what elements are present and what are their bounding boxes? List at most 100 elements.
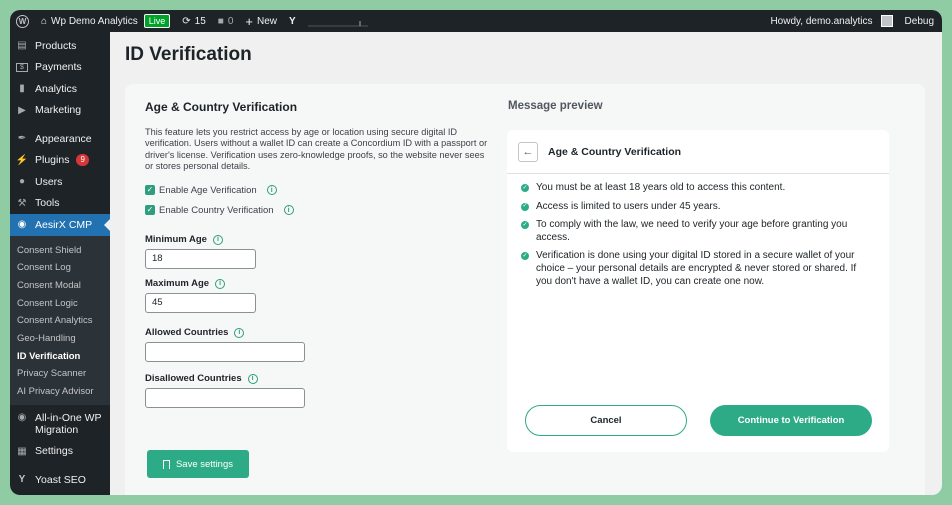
save-settings-button[interactable]: Save settings bbox=[147, 450, 249, 478]
disallowed-countries-input[interactable] bbox=[145, 388, 305, 409]
products-icon: ▤ bbox=[17, 40, 27, 52]
check-circle-icon: ✓ bbox=[521, 221, 529, 230]
enable-age-label[interactable]: Enable Age Verification bbox=[159, 185, 257, 196]
minimum-age-label-row: Minimum Age i bbox=[145, 234, 495, 245]
enable-country-checkbox[interactable]: ✓ bbox=[145, 205, 155, 216]
back-button[interactable]: ← bbox=[518, 141, 538, 162]
updates-icon: ⟳ bbox=[182, 15, 191, 27]
list-item-text: Access is limited to users under 45 year… bbox=[536, 200, 721, 212]
info-icon[interactable]: i bbox=[212, 234, 223, 245]
new-label: New bbox=[256, 15, 277, 27]
sidebar-item-label: Analytics bbox=[35, 82, 78, 95]
disallowed-countries-label: Disallowed Countries bbox=[145, 373, 242, 385]
submenu-consent-shield[interactable]: Consent Shield bbox=[10, 242, 110, 260]
sparkline-icon bbox=[307, 21, 368, 27]
sidebar-item-tools[interactable]: ⚒ Tools bbox=[10, 193, 110, 215]
users-icon: ● bbox=[18, 176, 26, 188]
list-item-text: Verification is done using your digital … bbox=[536, 250, 857, 287]
tools-icon: ⚒ bbox=[17, 197, 27, 209]
submenu-geo-handling[interactable]: Geo-Handling bbox=[10, 330, 110, 348]
browser-frame: W ⌂ Wp Demo Analytics Live ⟳ 15 ■ 0 + Ne… bbox=[10, 10, 942, 495]
submenu-consent-log[interactable]: Consent Log bbox=[10, 259, 110, 277]
comments-count: 0 bbox=[227, 15, 234, 27]
settings-icon: ▦ bbox=[17, 445, 27, 457]
updates-link[interactable]: ⟳ 15 bbox=[176, 10, 212, 32]
sidebar-item-all-in-one-migration[interactable]: ◉ All-in-One WP Migration bbox=[10, 408, 110, 440]
payments-icon: $ bbox=[16, 62, 28, 72]
list-item-text: To comply with the law, we need to verif… bbox=[536, 219, 848, 243]
submenu-ai-privacy-advisor[interactable]: AI Privacy Advisor bbox=[10, 383, 110, 401]
preview-card-header: ← Age & Country Verification bbox=[507, 130, 889, 174]
site-name-link[interactable]: ⌂ Wp Demo Analytics bbox=[35, 10, 144, 32]
preview-card: ← Age & Country Verification ✓ You must … bbox=[507, 130, 889, 452]
submenu-privacy-scanner[interactable]: Privacy Scanner bbox=[10, 365, 110, 383]
live-badge: Live bbox=[143, 14, 171, 28]
wordpress-logo-button[interactable]: W bbox=[10, 10, 35, 32]
minimum-age-input[interactable]: 18 bbox=[145, 249, 256, 270]
sidebar-item-appearance[interactable]: ✒ Appearance bbox=[10, 128, 110, 150]
check-circle-icon: ✓ bbox=[521, 184, 529, 192]
yoast-icon: Y bbox=[18, 474, 26, 486]
info-icon[interactable]: i bbox=[266, 185, 277, 196]
info-icon[interactable]: i bbox=[247, 373, 258, 384]
cancel-button[interactable]: Cancel bbox=[525, 405, 687, 436]
list-item: ✓ You must be at least 18 years old to a… bbox=[521, 182, 875, 195]
submenu-consent-logic[interactable]: Consent Logic bbox=[10, 295, 110, 313]
enable-country-verification-row: ✓ Enable Country Verification i bbox=[145, 200, 495, 220]
continue-to-verification-button[interactable]: Continue to Verification bbox=[710, 405, 872, 436]
live-badge-item[interactable]: Live bbox=[143, 10, 177, 32]
new-content-link[interactable]: + New bbox=[239, 10, 283, 32]
maximum-age-label-row: Maximum Age i bbox=[145, 278, 495, 289]
info-icon[interactable]: i bbox=[283, 205, 294, 216]
stats-sparkline[interactable] bbox=[302, 10, 374, 32]
comment-icon: ■ bbox=[217, 15, 224, 27]
debug-link[interactable]: Debug bbox=[899, 10, 942, 32]
sidebar-item-products[interactable]: ▤ Products bbox=[10, 35, 110, 57]
aesirx-icon: ◉ bbox=[17, 219, 27, 231]
submenu-consent-analytics[interactable]: Consent Analytics bbox=[10, 312, 110, 330]
marketing-icon: ▶ bbox=[18, 104, 26, 116]
admin-bar: W ⌂ Wp Demo Analytics Live ⟳ 15 ■ 0 + Ne… bbox=[10, 10, 942, 32]
site-name: Wp Demo Analytics bbox=[51, 15, 138, 27]
list-item: ✓ Verification is done using your digita… bbox=[521, 250, 875, 288]
enable-age-checkbox[interactable]: ✓ bbox=[145, 185, 155, 196]
yoast-adminbar-link[interactable]: Y bbox=[283, 10, 302, 32]
yoast-icon: Y bbox=[289, 15, 296, 27]
bookmark-icon bbox=[162, 459, 170, 469]
settings-heading: Age & Country Verification bbox=[145, 100, 298, 114]
enable-country-label[interactable]: Enable Country Verification bbox=[159, 205, 274, 216]
sidebar-item-marketing[interactable]: ▶ Marketing bbox=[10, 100, 110, 122]
comments-link[interactable]: ■ 0 bbox=[212, 10, 240, 32]
sidebar-item-label: Appearance bbox=[35, 132, 92, 145]
arrow-left-icon: ← bbox=[522, 145, 534, 158]
sidebar-item-label: Products bbox=[35, 39, 77, 52]
sidebar-item-aesirx-cmp[interactable]: ◉ AesirX CMP bbox=[10, 214, 110, 236]
sidebar-item-label: Payments bbox=[35, 61, 82, 74]
allowed-countries-input[interactable] bbox=[145, 342, 305, 363]
allowed-countries-label: Allowed Countries bbox=[145, 327, 229, 339]
sidebar-item-payments[interactable]: $ Payments bbox=[10, 57, 110, 79]
message-preview-section: Message preview ← Age & Country Verifica… bbox=[507, 100, 890, 452]
list-item: ✓ Access is limited to users under 45 ye… bbox=[521, 201, 875, 214]
sidebar-item-users[interactable]: ● Users bbox=[10, 171, 110, 193]
maximum-age-label: Maximum Age bbox=[145, 278, 210, 290]
howdy-text: Howdy, demo.analytics bbox=[770, 15, 873, 27]
sidebar-item-analytics[interactable]: ▮ Analytics bbox=[10, 78, 110, 100]
sidebar-item-settings[interactable]: ▦ Settings bbox=[10, 441, 110, 463]
allowed-countries-label-row: Allowed Countries i bbox=[145, 327, 495, 338]
sidebar-item-yoast-seo[interactable]: Y Yoast SEO bbox=[10, 469, 110, 491]
preview-card-title: Age & Country Verification bbox=[548, 145, 682, 158]
message-preview-title: Message preview bbox=[508, 100, 603, 112]
page-title: ID Verification bbox=[125, 44, 252, 65]
maximum-age-input[interactable]: 45 bbox=[145, 293, 256, 314]
info-icon[interactable]: i bbox=[215, 278, 226, 289]
my-account-link[interactable]: Howdy, demo.analytics bbox=[764, 10, 898, 32]
check-circle-icon: ✓ bbox=[521, 252, 529, 261]
info-icon[interactable]: i bbox=[234, 327, 245, 338]
sidebar-item-plugins[interactable]: ⚡ Plugins 9 bbox=[10, 150, 110, 172]
list-item: ✓ To comply with the law, we need to ver… bbox=[521, 219, 875, 244]
submenu-id-verification[interactable]: ID Verification bbox=[10, 348, 110, 366]
submenu-consent-modal[interactable]: Consent Modal bbox=[10, 277, 110, 295]
analytics-icon: ▮ bbox=[19, 83, 25, 95]
plugins-update-badge: 9 bbox=[76, 154, 89, 167]
